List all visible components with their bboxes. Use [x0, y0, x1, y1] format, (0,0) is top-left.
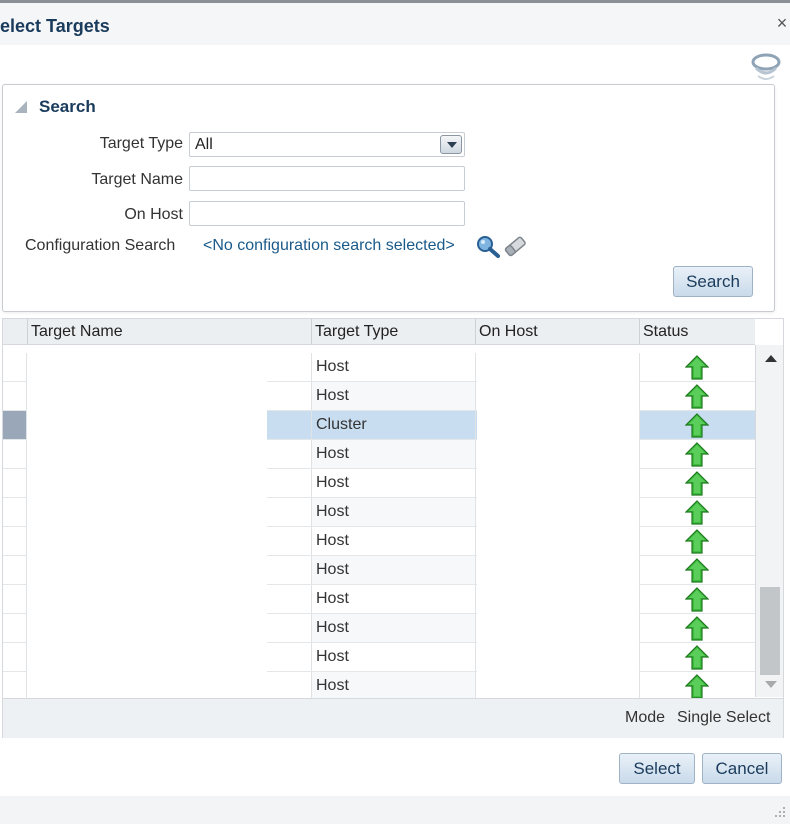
target-type-cell: Host [311, 556, 475, 584]
scroll-down-arrow-icon[interactable] [765, 681, 777, 688]
row-selector[interactable] [3, 469, 27, 497]
status-cell [639, 527, 755, 555]
target-type-cell: Host [311, 440, 475, 468]
vertical-scrollbar[interactable] [755, 345, 783, 697]
search-button[interactable]: Search [673, 266, 753, 297]
column-header-target-type[interactable]: Target Type [311, 319, 475, 345]
status-cell [639, 643, 755, 671]
row-selector[interactable] [3, 672, 27, 700]
scrollbar-thumb[interactable] [760, 587, 780, 675]
configuration-search-value: <No configuration search selected> [203, 237, 455, 254]
status-cell [639, 672, 755, 700]
disclosure-triangle-icon[interactable] [15, 101, 27, 113]
mode-value: Single Select [677, 709, 771, 726]
row-selector[interactable] [3, 643, 27, 671]
status-cell [639, 382, 755, 410]
dialog-titlebar: elect Targets × [0, 3, 790, 45]
status-cell [639, 469, 755, 497]
column-header-target-name[interactable]: Target Name [27, 319, 311, 345]
row-selector[interactable] [3, 556, 27, 584]
redacted-target-names [27, 345, 267, 707]
search-icon[interactable] [475, 235, 501, 259]
table-header: Target Name Target Type On Host Status [3, 319, 755, 345]
target-name-label: Target Name [91, 171, 183, 188]
table-footer: Mode Single Select [3, 698, 783, 738]
target-type-select[interactable]: All [189, 132, 465, 157]
target-type-value: All [195, 136, 213, 153]
status-cell [639, 614, 755, 642]
status-up-arrow-icon [685, 558, 709, 583]
status-cell [639, 585, 755, 613]
search-panel: Search Target Type All Target Name On Ho… [2, 84, 775, 312]
row-selector[interactable] [3, 411, 27, 439]
configuration-search-label: Configuration Search [25, 237, 176, 254]
status-cell [639, 440, 755, 468]
row-selector[interactable] [3, 440, 27, 468]
target-type-cell: Host [311, 498, 475, 526]
scroll-up-arrow-icon[interactable] [765, 355, 777, 362]
status-up-arrow-icon [685, 471, 709, 496]
select-button[interactable]: Select [619, 753, 695, 784]
status-cell [639, 556, 755, 584]
status-cell [639, 498, 755, 526]
row-selector[interactable] [3, 614, 27, 642]
status-up-arrow-icon [685, 384, 709, 409]
column-header-status[interactable]: Status [639, 319, 755, 345]
help-icon[interactable] [750, 52, 782, 82]
target-type-cell: Host [311, 527, 475, 555]
status-up-arrow-icon [685, 674, 709, 699]
search-section-header[interactable]: Search [15, 97, 96, 117]
status-cell [639, 353, 755, 381]
row-selector[interactable] [3, 382, 27, 410]
dialog-title: elect Targets [0, 16, 110, 36]
status-up-arrow-icon [685, 645, 709, 670]
status-up-arrow-icon [685, 529, 709, 554]
target-type-cell: Host [311, 469, 475, 497]
row-selector[interactable] [3, 353, 27, 381]
status-cell [639, 411, 755, 439]
status-up-arrow-icon [685, 442, 709, 467]
target-type-cell: Host [311, 672, 475, 700]
target-type-label: Target Type [99, 135, 183, 152]
cancel-button[interactable]: Cancel [702, 753, 782, 784]
close-icon[interactable]: × [774, 13, 790, 33]
on-host-input[interactable] [189, 201, 465, 226]
status-up-arrow-icon [685, 355, 709, 380]
target-type-cell: Host [311, 382, 475, 410]
search-section-title: Search [39, 97, 96, 116]
on-host-label: On Host [124, 206, 183, 223]
resize-grip-icon[interactable] [774, 806, 786, 818]
row-selector[interactable] [3, 498, 27, 526]
target-type-cell: Host [311, 585, 475, 613]
dialog-bottom-bar [0, 796, 790, 824]
target-type-cell: Host [311, 353, 475, 381]
status-up-arrow-icon [685, 587, 709, 612]
mode-label: Mode [625, 709, 666, 726]
redacted-host-names [477, 345, 639, 697]
target-type-cell: Cluster [311, 411, 475, 439]
status-up-arrow-icon [685, 616, 709, 641]
target-type-cell: Host [311, 614, 475, 642]
column-header-on-host[interactable]: On Host [475, 319, 639, 345]
row-selector[interactable] [3, 585, 27, 613]
status-up-arrow-icon [685, 500, 709, 525]
clear-icon[interactable] [503, 234, 527, 258]
chevron-down-icon[interactable] [440, 135, 462, 154]
targets-table: Target Name Target Type On Host Status H… [2, 318, 784, 738]
status-up-arrow-icon [685, 413, 709, 438]
row-selector[interactable] [3, 527, 27, 555]
target-name-input[interactable] [189, 166, 465, 191]
target-type-cell: Host [311, 643, 475, 671]
